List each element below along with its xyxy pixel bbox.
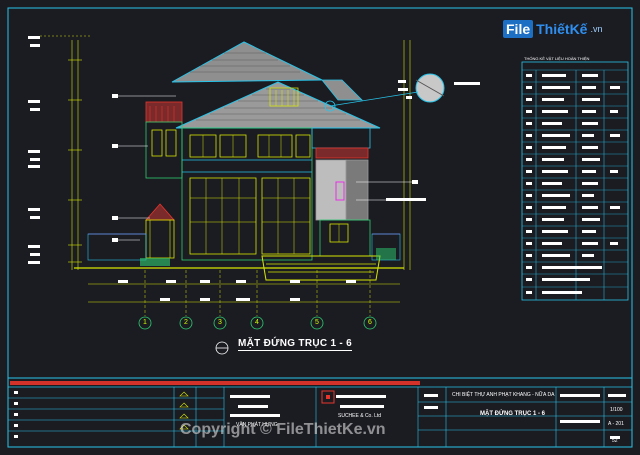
axis-label-3: 3 (218, 319, 222, 326)
left-balcony-rail (145, 101, 183, 123)
materials-table (521, 61, 629, 301)
brand-box-label: File (503, 20, 534, 38)
title-block-sheet-no: A - 201 (608, 421, 624, 427)
axis-label-1: 1 (143, 319, 147, 326)
cad-elevation-drawing (7, 7, 633, 448)
title-block-sheet-title: MẶT ĐỨNG TRỤC 1 - 6 (480, 411, 545, 417)
materials-table-header: THỐNG KÊ VẬT LIỆU HOÀN THIỆN (524, 56, 590, 61)
brand-suffix: .vn (590, 24, 603, 34)
brand-name: ThiếtKế (536, 21, 588, 37)
left-level-markers (28, 36, 40, 264)
drawing-title: MẶT ĐỨNG TRỤC 1 - 6 (212, 338, 352, 351)
axis-label-2: 2 (184, 319, 188, 326)
right-wall-cladding (315, 159, 347, 221)
upper-windows (189, 134, 311, 158)
brand-logo[interactable]: File ThiếtKế .vn (503, 14, 623, 44)
cad-drawing-canvas[interactable]: File ThiếtKế .vn 1 2 3 4 5 6 MẶT ĐỨNG TR… (0, 0, 640, 455)
title-block-company: SUCHEE & Co. Ltd (338, 413, 382, 419)
title-block-project: CHI BIỆT THỰ ANH PHẠT KHANG - NỮA DA (452, 392, 555, 398)
watermark-text: Copyright © FileThietKe.vn (180, 421, 386, 438)
ground-doors (189, 177, 311, 255)
axis-label-4: 4 (255, 319, 259, 326)
title-block-page: 52 (612, 438, 618, 444)
axis-label-5: 5 (315, 319, 319, 326)
drawing-title-text: MẶT ĐỨNG TRỤC 1 - 6 (238, 338, 352, 351)
title-block-scale: 1/100 (610, 407, 623, 413)
axis-label-6: 6 (368, 319, 372, 326)
upper-roof (171, 41, 323, 83)
